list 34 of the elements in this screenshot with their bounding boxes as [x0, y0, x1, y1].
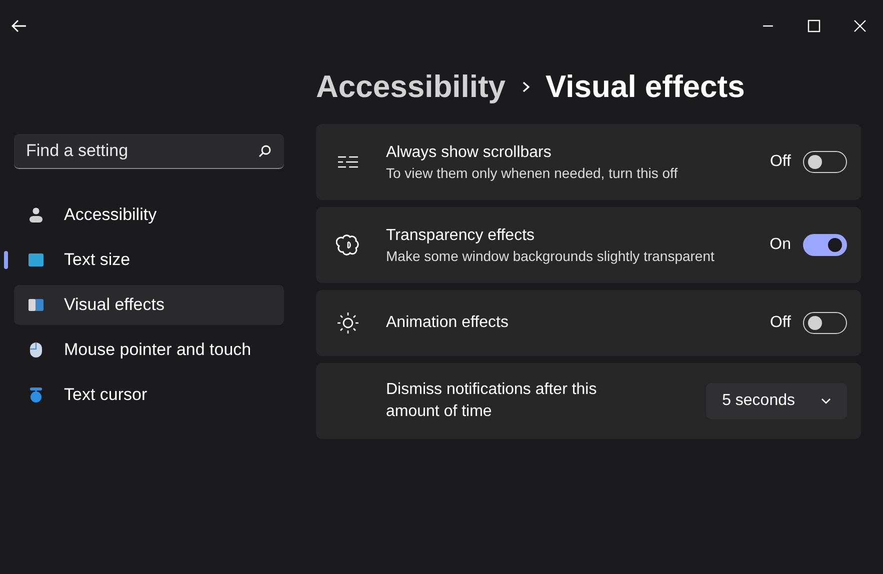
sidebar-item[interactable]: Text size: [14, 240, 284, 280]
search-icon: [258, 144, 272, 158]
page-title: Visual effects: [546, 69, 745, 105]
setting-title: Animation effects: [386, 314, 510, 332]
split-square-icon: [28, 297, 44, 313]
breadcrumb-link[interactable]: Accessibility: [316, 69, 506, 105]
sidebar-item[interactable]: Accessibility: [14, 195, 284, 235]
sidebar-item[interactable]: Mouse pointer and touch: [14, 330, 284, 370]
close-button[interactable]: [853, 19, 867, 33]
setting-title: Dismiss notifications after this amount of time: [386, 380, 598, 422]
cursor-drop-icon: [28, 387, 44, 403]
blob-icon: [336, 233, 360, 257]
setting-description: Make some window backgrounds slightly transparent: [386, 248, 716, 264]
toggle-state-label: Off: [770, 153, 791, 171]
toggle-state-label: On: [770, 236, 791, 254]
toggle-switch[interactable]: [803, 234, 847, 256]
sidebar-item[interactable]: Visual effects: [14, 285, 284, 325]
sun-icon: [336, 311, 360, 335]
toggle-switch[interactable]: [803, 312, 847, 334]
setting-title: Transparency effects: [386, 226, 536, 244]
close-icon: [853, 19, 867, 33]
setting-description: To view them only whenen needed, turn this off: [386, 164, 679, 180]
person-icon: [28, 207, 44, 223]
sidebar-item[interactable]: Text cursor: [14, 375, 284, 415]
toggle-switch[interactable]: [803, 151, 847, 173]
dropdown[interactable]: 5 seconds: [706, 383, 847, 419]
search-field[interactable]: Find a setting: [14, 134, 284, 169]
chevron-down-icon: [821, 397, 831, 405]
toggle-state-label: Off: [770, 314, 791, 332]
setting-title: Always show scrollbars: [386, 144, 552, 162]
maximize-button[interactable]: [807, 19, 821, 33]
maximize-icon: [807, 19, 821, 33]
mouse-icon: [28, 342, 44, 358]
square-icon: [28, 252, 44, 268]
